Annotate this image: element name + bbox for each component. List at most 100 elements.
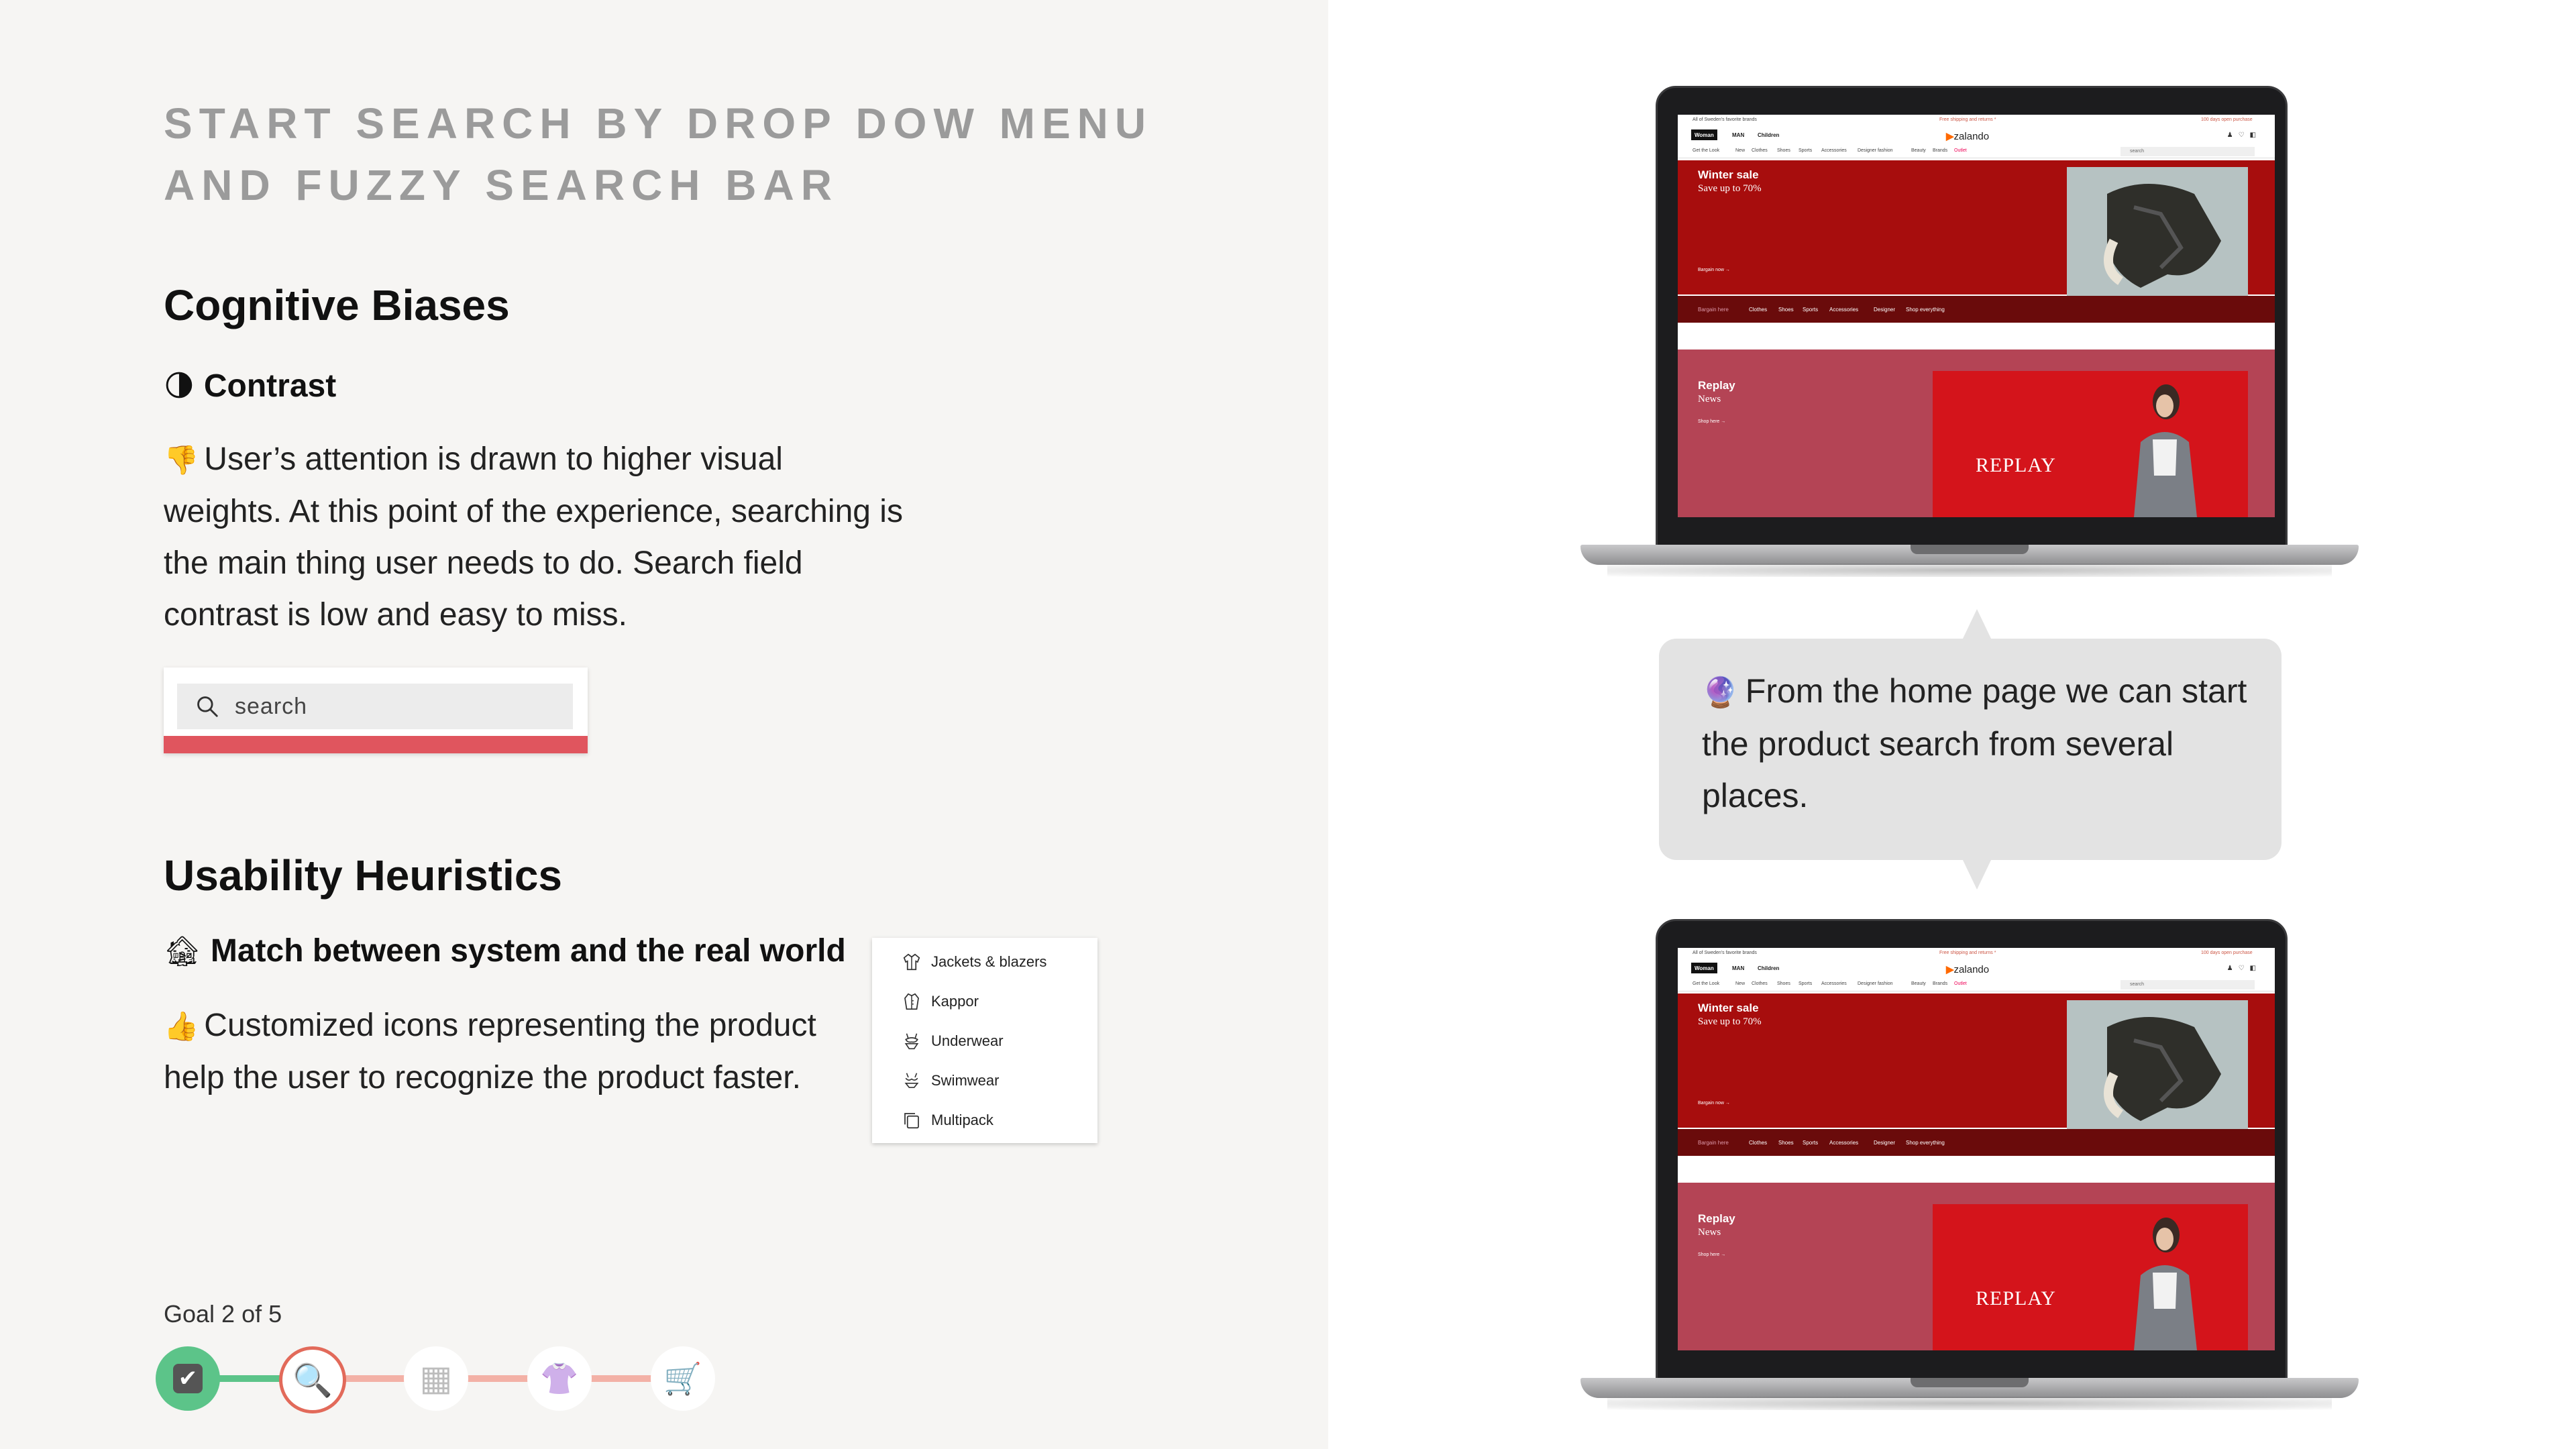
band-link[interactable]: Shop everything <box>1906 1140 1945 1146</box>
category-link[interactable]: Designer fashion <box>1858 148 1893 153</box>
laptop-mockup-top: All of Sweden's favorite brands Free shi… <box>1580 86 2359 582</box>
search-field-sample: search <box>164 667 588 753</box>
category-link[interactable]: Get the Look <box>1693 148 1719 153</box>
bubble-text: 🔮 From the home page we can start the pro… <box>1702 665 2252 822</box>
band-link[interactable]: Bargain here <box>1698 1140 1729 1146</box>
dropdown-label: Underwear <box>931 1032 1004 1049</box>
category-link[interactable]: Accessories <box>1821 148 1847 153</box>
band-link[interactable]: Accessories <box>1829 307 1858 313</box>
underwear-icon <box>904 1033 919 1050</box>
half-moon-icon: 🌗 <box>164 369 195 403</box>
category-link[interactable]: Sports <box>1799 148 1812 153</box>
category-link[interactable]: Shoes <box>1777 148 1790 153</box>
left-panel: START SEARCH BY DROP DOW MENU AND FUZZY … <box>0 0 1328 1449</box>
band-link[interactable]: Accessories <box>1829 1140 1858 1146</box>
match-description: 👍 Customized icons representing the produ… <box>164 1000 855 1104</box>
hero-subtitle: Save up to 70% <box>1698 183 1762 194</box>
replay-cta[interactable]: Shop here → <box>1698 419 1725 424</box>
search-input[interactable]: search <box>177 684 573 729</box>
account-icons[interactable]: ♟♡◧ <box>2227 131 2261 139</box>
promo-bar: All of Sweden's favorite brands Free shi… <box>1678 948 2275 959</box>
goal-step-3[interactable]: ▦ <box>404 1346 468 1411</box>
goal-step-4[interactable]: 👚 <box>527 1346 592 1411</box>
tab-man[interactable]: MAN <box>1729 963 1748 973</box>
category-link[interactable]: Outlet <box>1954 981 1967 986</box>
laptop-lid: All of Sweden's favorite brands Free shi… <box>1656 919 2288 1381</box>
category-link[interactable]: Designer fashion <box>1858 981 1893 986</box>
category-link[interactable]: Brands <box>1933 981 1947 986</box>
category-link[interactable]: Shoes <box>1777 981 1790 986</box>
thumbs-down-icon: 👎 <box>164 443 199 476</box>
promo-bar: All of Sweden's favorite brands Free shi… <box>1678 115 2275 125</box>
zalando-homepage: All of Sweden's favorite brands Free shi… <box>1678 115 2275 517</box>
band-link[interactable]: Clothes <box>1749 1140 1767 1146</box>
category-link[interactable]: Brands <box>1933 148 1947 153</box>
promo-text: Free shipping and returns * <box>1939 117 1996 122</box>
category-link[interactable]: Clothes <box>1752 981 1768 986</box>
category-link[interactable]: Clothes <box>1752 148 1768 153</box>
search-placeholder: search <box>235 693 308 719</box>
replay-brand-panel: REPLAY <box>1933 371 2248 517</box>
replay-logo: REPLAY <box>1976 454 2056 476</box>
band-link[interactable]: Bargain here <box>1698 307 1729 313</box>
winter-sale-banner[interactable]: Winter sale Save up to 70% Bargain now → <box>1678 160 2275 297</box>
category-link[interactable]: Accessories <box>1821 981 1847 986</box>
tab-man[interactable]: MAN <box>1729 129 1748 140</box>
usability-heuristics-heading: Usability Heuristics <box>164 851 562 900</box>
band-link[interactable]: Designer <box>1874 307 1895 313</box>
dropdown-label: Multipack <box>931 1112 994 1128</box>
match-heading: 🏚 Match between system and the real worl… <box>164 932 846 969</box>
band-link[interactable]: Clothes <box>1749 307 1767 313</box>
contrast-description: 👎 User’s attention is drawn to higher vis… <box>164 433 908 641</box>
dropdown-item-multipack[interactable]: Multipack <box>902 1107 994 1134</box>
dropdown-label: Jackets & blazers <box>931 953 1047 970</box>
goal-step-5[interactable]: 🛒 <box>651 1346 715 1411</box>
contrast-heading: 🌗 Contrast <box>164 368 336 405</box>
category-link[interactable]: Get the Look <box>1693 981 1719 986</box>
match-text: Customized icons representing the produc… <box>164 1008 816 1095</box>
category-link[interactable]: New <box>1735 148 1745 153</box>
goal-step-current[interactable]: 🔍 <box>279 1346 346 1413</box>
dropdown-label: Swimwear <box>931 1072 1000 1089</box>
zalando-logo[interactable]: ▶zalando <box>1946 963 1989 975</box>
band-link[interactable]: Shoes <box>1778 1140 1794 1146</box>
band-link[interactable]: Sports <box>1803 307 1818 313</box>
dropdown-item-kappor[interactable]: Kappor <box>902 988 979 1015</box>
site-search-input[interactable]: search <box>2121 980 2255 989</box>
hero-subtitle: Save up to 70% <box>1698 1016 1762 1027</box>
category-link[interactable]: New <box>1735 981 1745 986</box>
replay-banner[interactable]: Replay News Shop here → REPLAY <box>1678 350 2275 517</box>
tab-woman[interactable]: Woman <box>1691 129 1717 140</box>
dropdown-item-underwear[interactable]: Underwear <box>902 1028 1004 1055</box>
category-link[interactable]: Outlet <box>1954 148 1967 153</box>
zalando-logo[interactable]: ▶zalando <box>1946 130 1989 142</box>
account-icons[interactable]: ♟♡◧ <box>2227 965 2261 972</box>
winter-sale-banner[interactable]: Winter sale Save up to 70% Bargain now → <box>1678 994 2275 1130</box>
hero-title: Winter sale <box>1698 168 1759 181</box>
replay-cta[interactable]: Shop here → <box>1698 1252 1725 1257</box>
site-search-input[interactable]: search <box>2121 147 2255 156</box>
cart-icon: 🛒 <box>663 1360 702 1397</box>
tab-woman[interactable]: Woman <box>1691 963 1717 973</box>
category-link[interactable]: Beauty <box>1911 148 1926 153</box>
zalando-homepage: All of Sweden's favorite brands Free shi… <box>1678 948 2275 1350</box>
band-link[interactable]: Designer <box>1874 1140 1895 1146</box>
category-link[interactable]: Sports <box>1799 981 1812 986</box>
dropdown-item-jackets[interactable]: Jackets & blazers <box>902 949 1046 975</box>
band-link[interactable]: Shop everything <box>1906 307 1945 313</box>
dropdown-item-swimwear[interactable]: Swimwear <box>902 1067 999 1094</box>
goal-step-done[interactable]: ✔ <box>156 1346 220 1411</box>
model-photo <box>2134 384 2197 517</box>
hero-cta[interactable]: Bargain now → <box>1698 268 1730 272</box>
hero-cta[interactable]: Bargain now → <box>1698 1101 1730 1106</box>
goal-label: Goal 2 of 5 <box>164 1300 282 1328</box>
band-link[interactable]: Shoes <box>1778 307 1794 313</box>
site-nav: Woman MAN Children ▶zalando ♟♡◧ <box>1678 959 2275 977</box>
band-link[interactable]: Sports <box>1803 1140 1818 1146</box>
bubble-pointer-down <box>1962 859 1992 890</box>
category-link[interactable]: Beauty <box>1911 981 1926 986</box>
tab-children[interactable]: Children <box>1754 963 1782 973</box>
replay-banner[interactable]: Replay News Shop here → REPLAY <box>1678 1183 2275 1350</box>
category-band: Bargain here Clothes Shoes Sports Access… <box>1678 296 2275 323</box>
tab-children[interactable]: Children <box>1754 129 1782 140</box>
